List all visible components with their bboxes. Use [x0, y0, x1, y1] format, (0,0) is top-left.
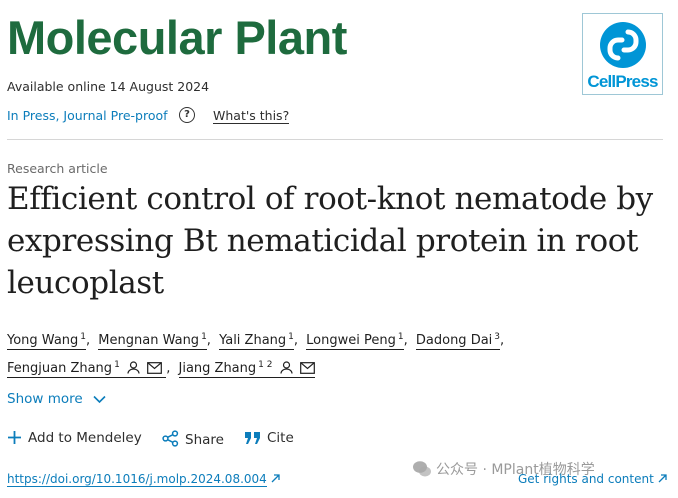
author-list: Yong Wang 1, Mengnan Wang 1, Yali Zhang 1, … [7, 332, 505, 378]
author-link[interactable]: Yong Wang 1 [7, 332, 87, 350]
cellpress-mark-icon [600, 22, 646, 68]
available-online-date: Available online 14 August 2024 [7, 79, 210, 94]
author-link[interactable]: Mengnan Wang 1 [98, 332, 207, 350]
chevron-down-icon [93, 395, 106, 404]
author-link[interactable]: Longwei Peng 1 [306, 332, 404, 350]
plus-icon [8, 431, 21, 444]
show-more-button[interactable]: Show more [7, 391, 106, 407]
journal-title[interactable]: Molecular Plant [7, 10, 347, 65]
in-press-link[interactable]: In Press, Journal Pre-proof [7, 108, 168, 123]
help-icon[interactable]: ? [179, 107, 195, 123]
quote-icon [245, 432, 260, 444]
wechat-icon [413, 461, 431, 477]
cellpress-wordmark: CellPress [587, 72, 658, 91]
header-divider [7, 139, 663, 140]
cellpress-logo[interactable]: CellPress [582, 13, 663, 95]
add-to-mendeley-button[interactable]: Add to Mendeley [7, 430, 142, 446]
mail-icon [299, 362, 315, 374]
article-type: Research article [7, 161, 108, 176]
external-link-icon [658, 474, 667, 483]
author-link[interactable]: Yali Zhang 1 [219, 332, 294, 350]
article-title: Efficient control of root-knot nematode … [7, 181, 653, 301]
whats-this-link[interactable]: What's this? [213, 108, 290, 124]
external-link-icon [271, 474, 280, 483]
person-icon [127, 361, 140, 374]
author-link[interactable]: Jiang Zhang 1 2 [178, 360, 315, 378]
doi-link[interactable]: https://doi.org/10.1016/j.molp.2024.08.0… [7, 472, 280, 487]
author-link[interactable]: Fengjuan Zhang 1 [7, 360, 167, 378]
author-link[interactable]: Dadong Dai 3 [415, 332, 501, 350]
share-icon [162, 430, 179, 447]
person-icon [280, 361, 293, 374]
mail-icon [147, 362, 162, 374]
cite-button[interactable]: Cite [244, 430, 294, 446]
share-button[interactable]: Share [162, 430, 224, 448]
get-rights-link[interactable]: Get rights and content [518, 472, 667, 486]
